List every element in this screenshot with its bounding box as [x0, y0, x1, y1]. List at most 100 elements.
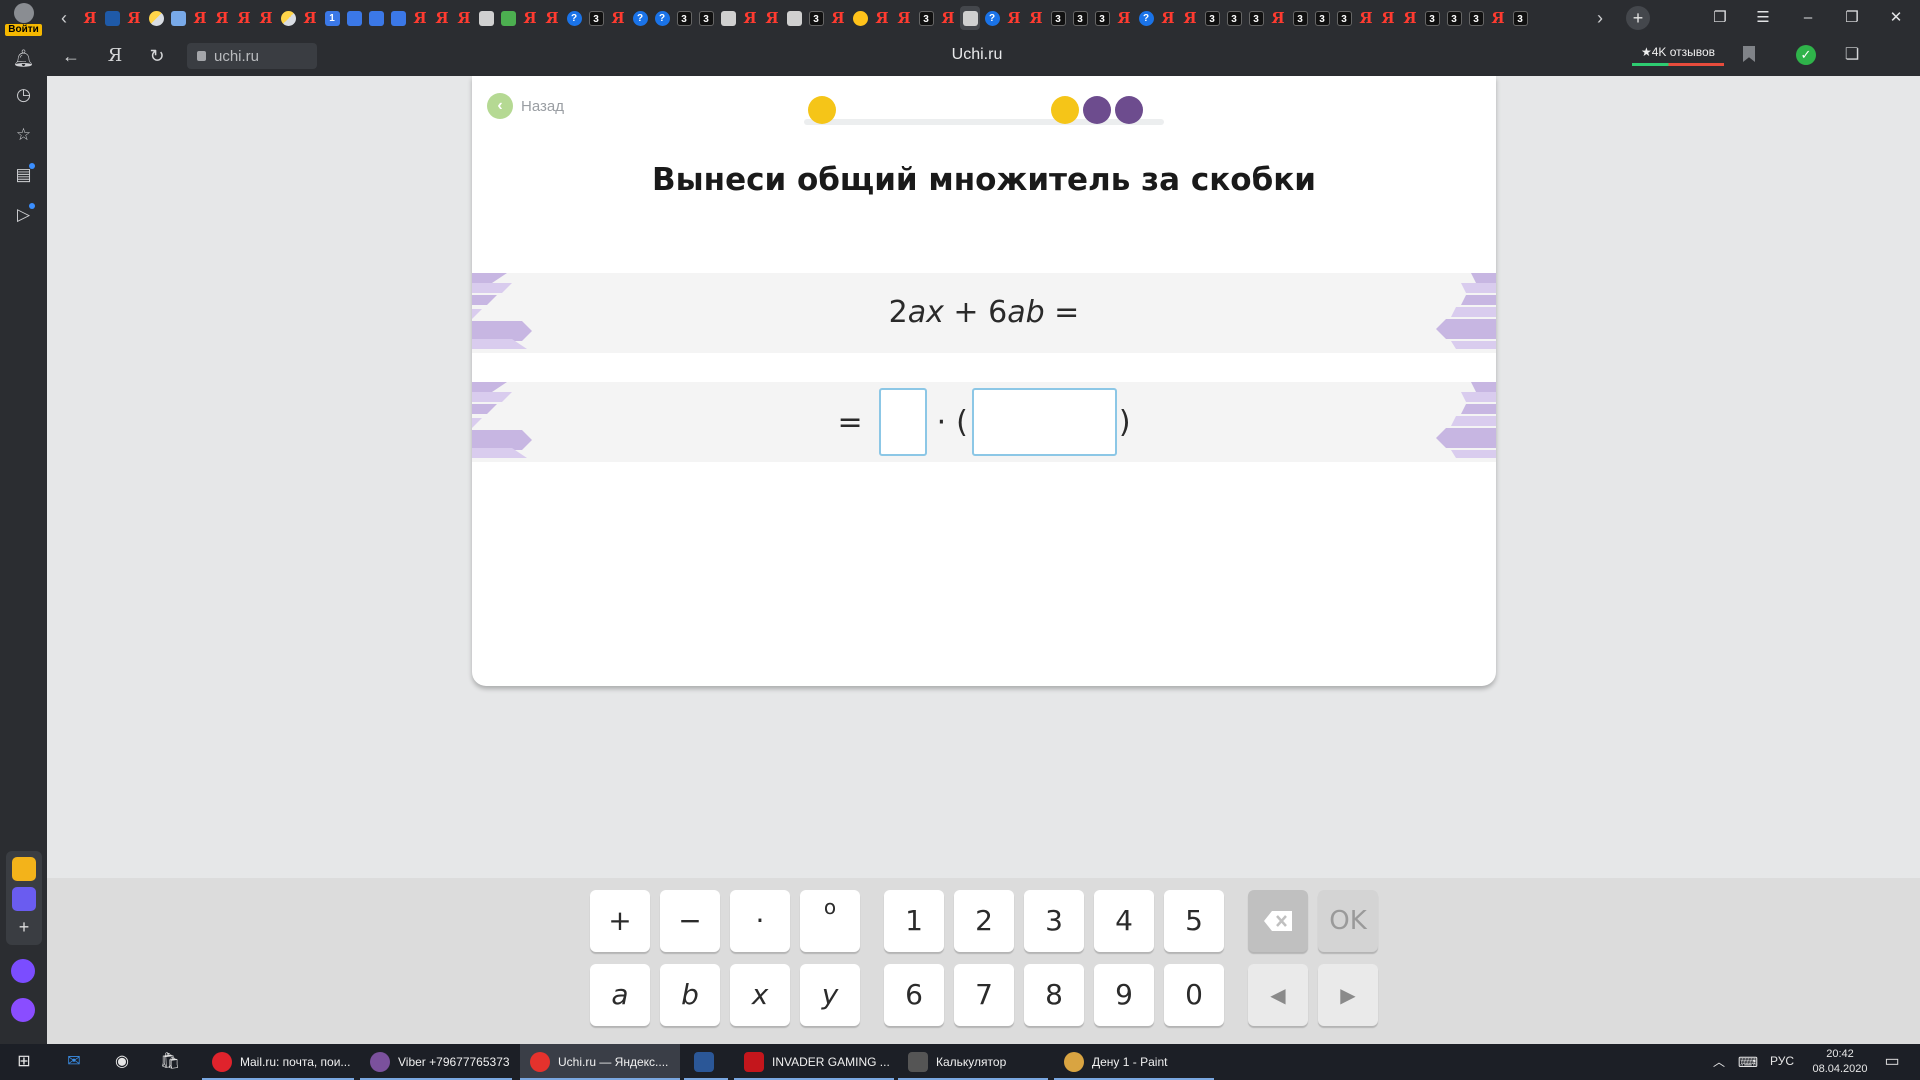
tab[interactable]: Я	[410, 6, 430, 30]
alice-voice-icon[interactable]	[11, 998, 35, 1022]
tab[interactable]	[146, 6, 166, 30]
key-1[interactable]: 1	[884, 890, 944, 952]
mail-app-icon[interactable]	[12, 857, 36, 881]
tab[interactable]: Я	[256, 6, 276, 30]
key-9[interactable]: 9	[1094, 964, 1154, 1026]
key-7[interactable]: 7	[954, 964, 1014, 1026]
taskbar-app-paint[interactable]: Дену 1 - Paint	[1054, 1044, 1214, 1080]
tab[interactable]	[388, 6, 408, 30]
key-x[interactable]: x	[730, 964, 790, 1026]
key-ok[interactable]: OK	[1318, 890, 1378, 952]
tab[interactable]	[476, 6, 496, 30]
tab[interactable]: Я	[872, 6, 892, 30]
key-dot[interactable]: ·	[730, 890, 790, 952]
clock[interactable]: 20:42 08.04.2020	[1810, 1047, 1870, 1077]
key-cursor-right[interactable]: ▶	[1318, 964, 1378, 1026]
tab[interactable]: 3	[916, 6, 936, 30]
key-4[interactable]: 4	[1094, 890, 1154, 952]
notifications-bell-icon[interactable]: 🔔︎	[11, 46, 36, 71]
tab[interactable]: Я	[300, 6, 320, 30]
keyboard-icon[interactable]: ⌨	[1736, 1050, 1760, 1074]
input-language[interactable]: РУС	[1770, 1054, 1794, 1068]
tab[interactable]: Я	[1400, 6, 1420, 30]
new-tab-button[interactable]: +	[1626, 6, 1650, 30]
tab[interactable]: Я	[1356, 6, 1376, 30]
tab[interactable]: ?	[564, 6, 584, 30]
tab[interactable]: 1	[322, 6, 342, 30]
close-icon[interactable]: ✕	[1881, 4, 1911, 32]
taskbar-app-yandex[interactable]: Uchi.ru — Яндекс....	[520, 1044, 680, 1080]
tab[interactable]: Я	[938, 6, 958, 30]
key-plus[interactable]: +	[590, 890, 650, 952]
tab[interactable]: Я	[740, 6, 760, 30]
tab[interactable]: 3	[1466, 6, 1486, 30]
taskbar-app-word[interactable]	[684, 1044, 728, 1080]
tab[interactable]: 3	[1246, 6, 1266, 30]
tab[interactable]: Я	[1488, 6, 1508, 30]
tab[interactable]: 3	[1070, 6, 1090, 30]
tab[interactable]: Я	[1158, 6, 1178, 30]
taskbar-app-calculator[interactable]: Калькулятор	[898, 1044, 1048, 1080]
tab[interactable]: 3	[1422, 6, 1442, 30]
tab[interactable]: Я	[1268, 6, 1288, 30]
tab[interactable]: 3	[1202, 6, 1222, 30]
key-8[interactable]: 8	[1024, 964, 1084, 1026]
key-3[interactable]: 3	[1024, 890, 1084, 952]
login-button[interactable]: Войти	[0, 0, 47, 36]
tab[interactable]	[102, 6, 122, 30]
tab[interactable]: Я	[234, 6, 254, 30]
tab[interactable]: Я	[124, 6, 144, 30]
add-app-icon[interactable]: +	[12, 915, 36, 939]
tab[interactable]: Я	[1026, 6, 1046, 30]
tab[interactable]: 3	[1092, 6, 1112, 30]
tab[interactable]: Я	[80, 6, 100, 30]
tab[interactable]	[168, 6, 188, 30]
tab[interactable]: Я	[454, 6, 474, 30]
tab[interactable]: Я	[520, 6, 540, 30]
key-a[interactable]: a	[590, 964, 650, 1026]
taskbar-app-invader[interactable]: INVADER GAMING ...	[734, 1044, 894, 1080]
tab[interactable]: Я	[190, 6, 210, 30]
tab[interactable]	[366, 6, 386, 30]
tab[interactable]: 3	[674, 6, 694, 30]
tab-manager-icon[interactable]: ❐	[1705, 4, 1735, 32]
back-button[interactable]: ‹ Назад	[487, 93, 564, 119]
tab[interactable]: 3	[1224, 6, 1244, 30]
key-y[interactable]: y	[800, 964, 860, 1026]
tab[interactable]: Я	[608, 6, 628, 30]
taskbar-app-viber[interactable]: Viber +79677765373	[360, 1044, 512, 1080]
tab[interactable]	[718, 6, 738, 30]
tab[interactable]: 3	[1510, 6, 1530, 30]
key-0[interactable]: 0	[1164, 964, 1224, 1026]
favorites-star-icon[interactable]: ☆	[11, 122, 36, 147]
tab[interactable]: Я	[762, 6, 782, 30]
answer-input-bracket[interactable]	[971, 388, 1117, 456]
tab[interactable]: 3	[1048, 6, 1068, 30]
zen-feed-icon[interactable]: ▤	[11, 162, 36, 187]
tab[interactable]: 3	[1334, 6, 1354, 30]
tabs-scroll-left-icon[interactable]: ‹	[52, 6, 76, 30]
alice-assistant-icon[interactable]	[11, 959, 35, 983]
tab[interactable]: 3	[1290, 6, 1310, 30]
collections-icon[interactable]: ❏	[1841, 44, 1863, 66]
tab-active[interactable]	[960, 6, 980, 30]
protect-check-icon[interactable]: ✓	[1796, 45, 1816, 65]
key-backspace[interactable]	[1248, 890, 1308, 952]
mail-icon[interactable]: ✉	[62, 1050, 86, 1074]
store-icon[interactable]: 🛍︎	[158, 1050, 182, 1074]
tab[interactable]: 3	[696, 6, 716, 30]
tab[interactable]: Я	[432, 6, 452, 30]
taskbar-app-opera[interactable]: Mail.ru: почта, пои...	[202, 1044, 354, 1080]
key-6[interactable]: 6	[884, 964, 944, 1026]
tab[interactable]: Я	[828, 6, 848, 30]
key-cursor-left[interactable]: ◀	[1248, 964, 1308, 1026]
key-5[interactable]: 5	[1164, 890, 1224, 952]
tab[interactable]	[344, 6, 364, 30]
tray-chevron-up-icon[interactable]: ︿	[1707, 1050, 1731, 1074]
tab[interactable]: Я	[1378, 6, 1398, 30]
tab[interactable]: ?	[1136, 6, 1156, 30]
tab[interactable]: Я	[542, 6, 562, 30]
tab[interactable]: Я	[1004, 6, 1024, 30]
tab[interactable]: Я	[1180, 6, 1200, 30]
tab[interactable]	[784, 6, 804, 30]
